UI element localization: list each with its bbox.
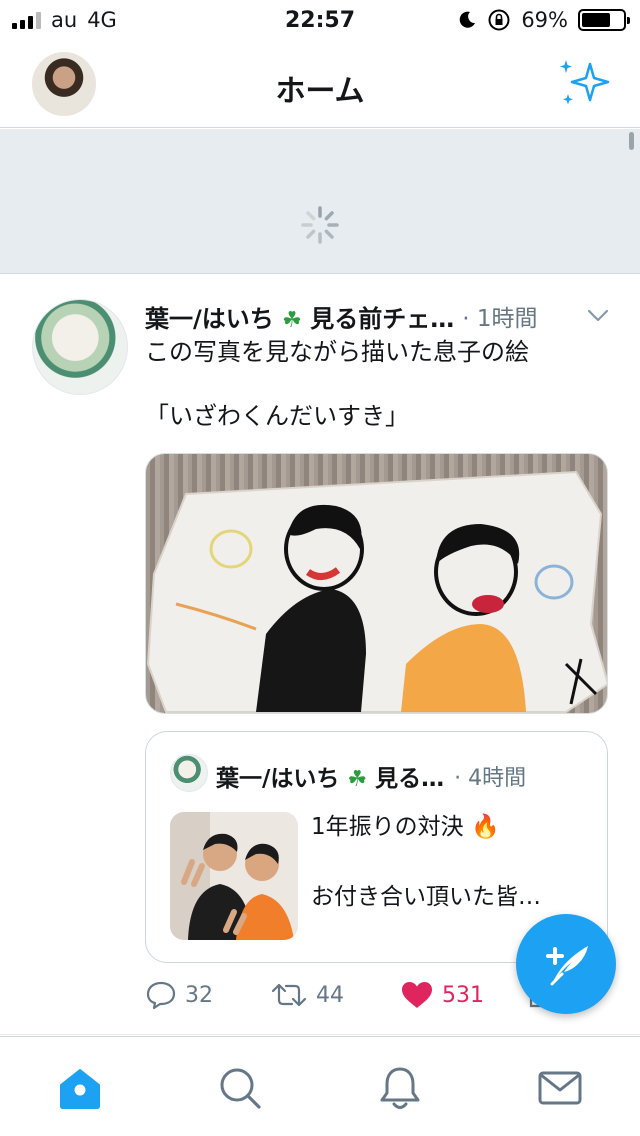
- quoted-header: 葉一/はいち ☘ 見る… · 4時間: [216, 760, 596, 792]
- child-drawing-image: [146, 470, 607, 713]
- like-button[interactable]: 531: [400, 980, 484, 1010]
- sparkle-icon[interactable]: [556, 58, 612, 110]
- loading-spinner-icon: [301, 206, 339, 244]
- tweet-header: 葉一/はいち ☘ 見る前チェ… · 1時間: [145, 299, 615, 333]
- like-count: 531: [442, 982, 484, 1008]
- fire-icon: 🔥: [470, 814, 500, 840]
- tweet-text: この写真を見ながら描いた息子の絵 「いざわくんだいすき」: [145, 335, 615, 433]
- tweet-text-line: この写真を見ながら描いた息子の絵: [145, 338, 529, 366]
- retweet-icon: [271, 983, 307, 1007]
- pull-to-refresh: [0, 129, 640, 274]
- quoted-time: · 4時間: [454, 766, 527, 791]
- status-right: 69%: [457, 8, 630, 32]
- tweet-author-suffix: 見る前チェ…: [310, 304, 455, 333]
- quoted-text: 1年振りの対決 🔥 お付き合い頂いた皆…: [311, 810, 591, 915]
- tweet-text-line: 「いざわくんだいすき」: [145, 402, 409, 430]
- tweet-author-name[interactable]: 葉一/はいち ☘ 見る前チェ…: [145, 299, 454, 334]
- quoted-author-suffix: 見る…: [375, 766, 445, 792]
- quoted-text-line: 1年振りの対決: [311, 814, 464, 840]
- tweet-author-name-text: 葉一/はいち: [145, 304, 274, 333]
- quoted-text-line: お付き合い頂いた皆…: [311, 884, 541, 910]
- two-people-photo: [170, 812, 298, 940]
- reply-button[interactable]: 32: [145, 980, 213, 1010]
- chevron-down-icon[interactable]: [586, 303, 610, 327]
- scrollbar[interactable]: [629, 132, 634, 150]
- home-icon[interactable]: [57, 1065, 103, 1111]
- retweet-count: 44: [316, 982, 344, 1008]
- clover-icon: ☘: [282, 307, 302, 333]
- clover-icon: ☘: [347, 767, 368, 792]
- retweet-button[interactable]: 44: [270, 980, 344, 1010]
- rotation-lock-icon: [488, 9, 510, 31]
- compose-quill-icon: [546, 946, 588, 986]
- page-title: ホーム: [275, 74, 365, 109]
- tab-bar: [0, 1036, 640, 1136]
- heart-icon: [402, 982, 432, 1008]
- nav-header: ホーム: [0, 40, 640, 128]
- compose-tweet-button[interactable]: [516, 914, 616, 1014]
- battery-percent: 69%: [521, 8, 568, 32]
- reply-count: 32: [185, 982, 213, 1008]
- tweet-time: · 1時間: [462, 306, 538, 332]
- app-root: au 4G 22:57 69% ホーム 葉一/はいち ☘ 見る前チェ… · 1時…: [0, 0, 640, 1136]
- reply-icon: [146, 981, 176, 1010]
- moon-icon: [460, 11, 476, 28]
- status-bar: au 4G 22:57 69%: [0, 0, 640, 40]
- quoted-author-name: 葉一/はいち ☘ 見る…: [216, 759, 444, 793]
- notifications-icon[interactable]: [377, 1065, 423, 1111]
- quoted-author-avatar: [170, 754, 208, 792]
- quoted-media-thumbnail: [170, 812, 298, 940]
- quoted-author-name-text: 葉一/はいち: [216, 766, 340, 792]
- battery-icon: [578, 9, 630, 31]
- tweet-media-image[interactable]: [145, 453, 608, 714]
- messages-icon[interactable]: [537, 1065, 583, 1111]
- search-icon[interactable]: [217, 1065, 263, 1111]
- tweet-author-avatar[interactable]: [32, 299, 128, 395]
- battery-fill: [582, 13, 610, 27]
